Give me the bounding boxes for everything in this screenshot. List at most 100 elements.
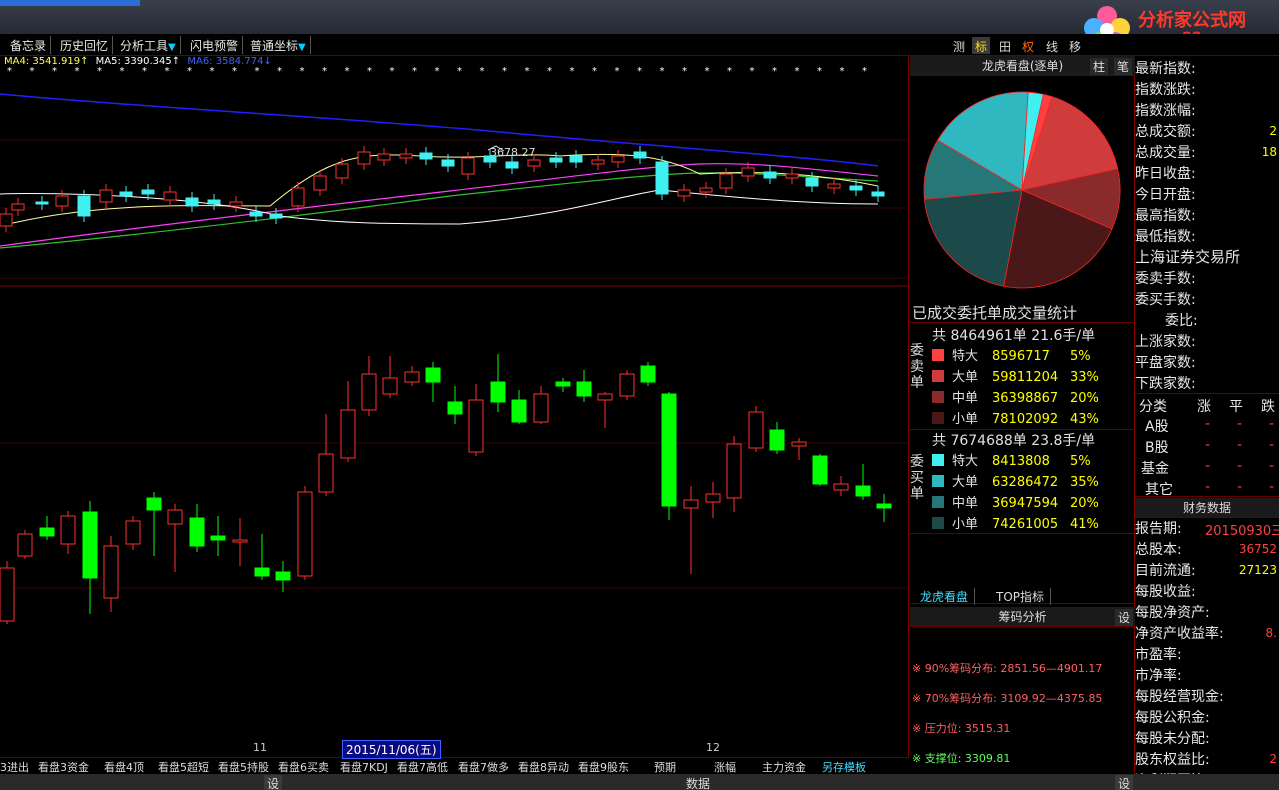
- finance-value: 2: [1269, 752, 1277, 766]
- indicator-tab[interactable]: 看盘6买卖: [278, 759, 329, 775]
- chips-settings-button[interactable]: 设: [1115, 609, 1134, 626]
- kline-chart-panel[interactable]: MA4: 3541.919↑ MA5: 3390.345↑ MA6: 3584.…: [0, 56, 909, 758]
- tab-longhu[interactable]: 龙虎看盘: [914, 588, 976, 605]
- finance-value: 36752: [1238, 542, 1277, 556]
- measure-button[interactable]: 测: [950, 37, 968, 54]
- table-cell: -: [1269, 458, 1275, 474]
- analysis-tools-button[interactable]: 分析工具▼: [116, 36, 181, 54]
- finance-field: 市盈率:: [1135, 647, 1182, 663]
- grid-button[interactable]: 田: [996, 37, 1014, 54]
- signal-marker: *: [435, 66, 440, 77]
- mini-candle: [119, 186, 133, 202]
- indicator-tab[interactable]: 看盘8异动: [518, 759, 569, 775]
- finance-field: 每股净资产:: [1135, 605, 1210, 621]
- window-tab[interactable]: [0, 0, 140, 6]
- candlestick: [146, 492, 162, 556]
- index-info-panel: 最新指数: 指数涨跌: 指数涨幅: 总成交额: 总成交量: 昨日收盘: 今日开盘: 最高指数:…: [1135, 56, 1279, 790]
- table-header: 分类: [1139, 399, 1167, 415]
- buy-stats: 委买单 共 7674688单 23.8手/单 特大 8413808 5% 大单 6328…: [910, 428, 1135, 534]
- mark-button[interactable]: 标: [972, 37, 991, 54]
- table-cell: -: [1269, 437, 1275, 453]
- indicator-tab[interactable]: 看盘7做多: [458, 759, 509, 775]
- candlestick: [425, 362, 441, 402]
- candlestick: [812, 454, 828, 486]
- mini-candle: [655, 156, 669, 200]
- indicator-tab[interactable]: 另存模板: [822, 759, 866, 775]
- indicator-tab[interactable]: 看盘7KDJ: [340, 759, 388, 775]
- stat-value: 74261005: [992, 517, 1059, 532]
- indicator-tab[interactable]: 看盘9股东: [578, 759, 629, 775]
- indicator-tab[interactable]: 3进出: [0, 759, 29, 775]
- brand-name: 分析家公式网: [1138, 10, 1246, 31]
- mini-candle: [0, 208, 13, 232]
- chip-support: ※ 支撑位: 3309.81: [912, 752, 1011, 765]
- candlestick: [210, 516, 226, 556]
- history-button[interactable]: 历史回忆: [56, 36, 114, 54]
- info-field: 最低指数:: [1135, 229, 1196, 245]
- rights-button[interactable]: 权: [1019, 37, 1037, 54]
- finance-field: 目前流通:: [1135, 563, 1196, 579]
- signal-marker: *: [7, 66, 12, 77]
- info-field: 指数涨跌:: [1135, 82, 1196, 98]
- stat-pct: 41%: [1070, 517, 1099, 532]
- signal-marker: *: [390, 66, 395, 77]
- stat-value: 36947594: [992, 496, 1059, 511]
- move-button[interactable]: 移: [1066, 37, 1084, 54]
- candlestick: [661, 392, 677, 520]
- finance-field: 总股本:: [1135, 542, 1182, 558]
- coordinate-button[interactable]: 普通坐标▼: [246, 36, 311, 54]
- color-swatch: [932, 370, 944, 382]
- stat-pct: 20%: [1070, 391, 1099, 406]
- stat-pct: 33%: [1070, 370, 1099, 385]
- stat-row: 小单 74261005 41%: [932, 513, 1099, 532]
- info-field: 最新指数:: [1135, 61, 1196, 77]
- table-header: 跌: [1261, 399, 1275, 415]
- stats-title: 已成交委托单成交量统计: [912, 304, 1078, 322]
- toolbar: 备忘录 历史回忆 分析工具▼ 闪电预警 普通坐标▼ 测 标 田 权 线 移: [0, 34, 1279, 56]
- table-cell: -: [1269, 479, 1275, 495]
- bar-mode-button[interactable]: 柱: [1090, 58, 1109, 75]
- finance-field: 净资产收益率:: [1135, 626, 1224, 642]
- indicator-tab[interactable]: 看盘5持股: [218, 759, 269, 775]
- signal-marker: *: [345, 66, 350, 77]
- candlestick: [340, 381, 356, 462]
- mini-candle: [611, 150, 625, 168]
- candlestick: [382, 356, 398, 398]
- line-button[interactable]: 线: [1043, 37, 1061, 54]
- indicator-tab[interactable]: 看盘7高低: [397, 759, 448, 775]
- tick-mode-button[interactable]: 笔: [1114, 58, 1133, 75]
- stat-value: 63286472: [992, 475, 1059, 490]
- signal-marker: *: [75, 66, 80, 77]
- indicator-tab[interactable]: 看盘3资金: [38, 759, 89, 775]
- candlestick: [597, 392, 613, 428]
- signal-marker: *: [615, 66, 620, 77]
- exchange-name: 上海证券交易所: [1135, 248, 1241, 266]
- indicator-tab[interactable]: 主力资金: [762, 759, 806, 775]
- candlestick: [361, 356, 377, 416]
- status-right-settings[interactable]: 设: [1115, 775, 1134, 790]
- indicator-tab[interactable]: 预期: [654, 759, 676, 775]
- candlestick: [404, 366, 420, 386]
- mini-candle: [11, 198, 25, 216]
- indicator-tab[interactable]: 看盘4顶: [104, 759, 144, 775]
- signal-marker: *: [525, 66, 530, 77]
- info-field: 昨日收盘:: [1135, 166, 1196, 182]
- buy-total: 共 7674688单 23.8手/单: [932, 433, 1096, 449]
- info-field2: 委卖手数:: [1135, 271, 1196, 287]
- indicator-tab[interactable]: 看盘5超短: [158, 759, 209, 775]
- candlestick: [232, 518, 248, 566]
- stat-label: 大单: [952, 370, 979, 385]
- signal-marker: *: [570, 66, 575, 77]
- tab-top-indicator[interactable]: TOP指标: [990, 588, 1052, 605]
- indicator-tab[interactable]: 涨幅: [714, 759, 736, 775]
- memo-button[interactable]: 备忘录: [6, 36, 52, 54]
- status-left-settings[interactable]: 设: [264, 775, 283, 790]
- info-value: 18: [1261, 145, 1277, 159]
- info-value: 2: [1269, 124, 1277, 138]
- mini-candle: [569, 150, 583, 168]
- finance-value: 8.: [1265, 626, 1277, 640]
- flash-alert-button[interactable]: 闪电预警: [186, 36, 244, 54]
- stat-row: 特大 8413808 5%: [932, 450, 1091, 469]
- ma6-line: [0, 93, 879, 167]
- signal-marker: *: [142, 66, 147, 77]
